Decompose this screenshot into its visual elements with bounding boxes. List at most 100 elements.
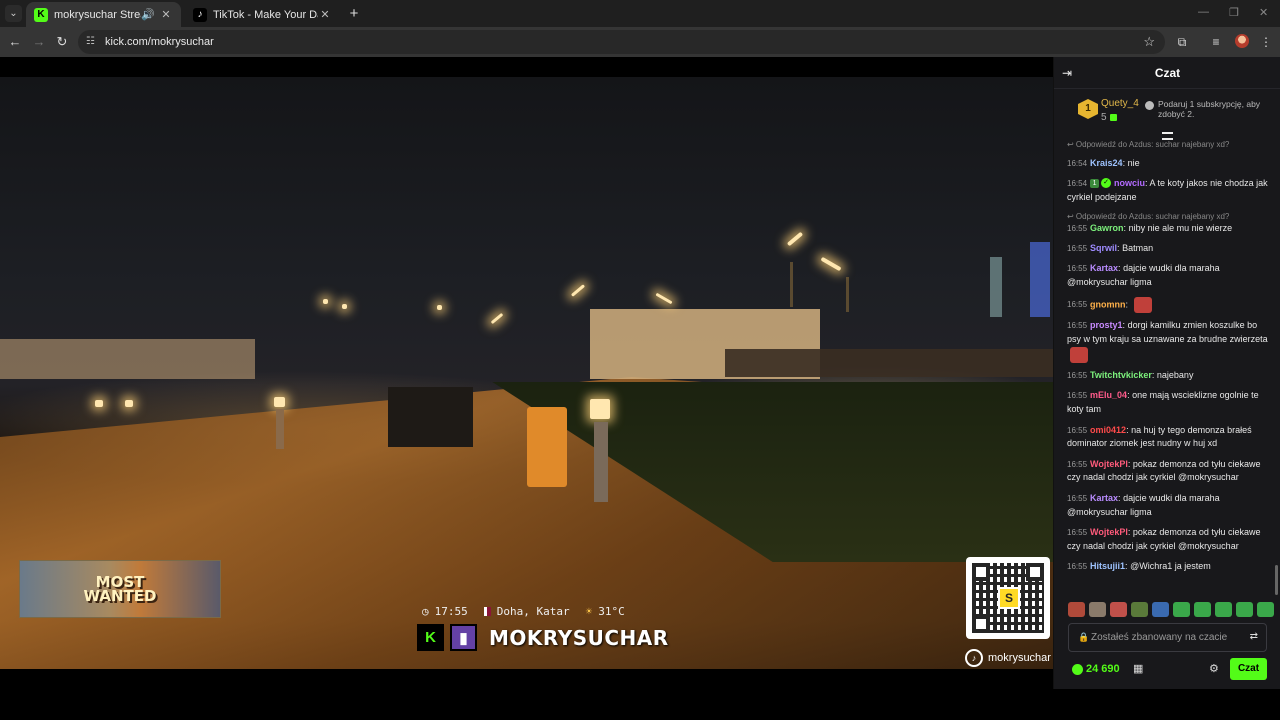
emote-icon[interactable] bbox=[1089, 602, 1106, 617]
translate-icon[interactable]: ⇄ bbox=[1250, 631, 1258, 642]
message-separator: : bbox=[1125, 298, 1131, 309]
reply-reference[interactable]: ↩ Odpowiedź do Azdus: suchar najebany xd… bbox=[1054, 211, 1280, 222]
video-scene-light bbox=[95, 400, 103, 407]
chat-scrollbar[interactable] bbox=[1275, 565, 1278, 595]
qr-code: S bbox=[966, 557, 1050, 639]
video-scene-fence bbox=[725, 349, 1053, 377]
stream-location: Doha, Katar bbox=[496, 605, 570, 618]
emote-icon[interactable] bbox=[1236, 602, 1253, 617]
chat-message: 16:55 omi0412: na huj ty tego demonza bra… bbox=[1054, 424, 1280, 452]
message-username[interactable]: prosty1 bbox=[1090, 320, 1123, 330]
message-username[interactable]: Sqrwil bbox=[1090, 243, 1117, 253]
emote-icon bbox=[1133, 296, 1152, 313]
video-bottom-bar bbox=[0, 669, 1053, 720]
new-tab-button[interactable]: + bbox=[346, 5, 362, 22]
tab-search-icon[interactable]: ⌄ bbox=[5, 5, 22, 22]
channel-points-icon[interactable] bbox=[1072, 664, 1083, 675]
chat-bottom-strip bbox=[1053, 689, 1280, 720]
message-time: 16:55 bbox=[1067, 561, 1088, 571]
video-scene-light bbox=[820, 256, 842, 272]
message-username[interactable]: Gawron bbox=[1090, 223, 1124, 233]
qr-pattern: S bbox=[972, 563, 1044, 633]
message-username[interactable]: WojtekPl bbox=[1090, 459, 1128, 469]
chat-message: 16:54 1 ✓ nowciu: A te koty jakos nie chodz… bbox=[1054, 177, 1280, 205]
tab-title: mokrysuchar Stream - Watc bbox=[54, 8, 141, 21]
qr-center-logo: S bbox=[998, 587, 1020, 609]
qr-finder bbox=[1026, 563, 1044, 581]
qatar-flag-icon bbox=[483, 607, 491, 616]
address-bar[interactable]: ☷ kick.com/mokrysuchar ☆ bbox=[78, 30, 1165, 54]
message-time: 16:54 bbox=[1067, 158, 1088, 168]
message-username[interactable]: Hitsujii1 bbox=[1090, 561, 1125, 571]
maximize-icon[interactable]: ❐ bbox=[1229, 6, 1239, 19]
emote-icon[interactable] bbox=[1194, 602, 1211, 617]
emote-icon[interactable] bbox=[1110, 602, 1127, 617]
video-scene-light bbox=[437, 305, 442, 310]
message-time: 16:55 bbox=[1067, 493, 1088, 503]
leader-count-value: 5 bbox=[1101, 112, 1107, 123]
subscriber-badge-icon: 1 bbox=[1090, 178, 1100, 188]
emote-icon[interactable] bbox=[1215, 602, 1232, 617]
tab-close-icon[interactable]: ✕ bbox=[318, 8, 332, 21]
tab-close-icon[interactable]: ✕ bbox=[159, 8, 173, 21]
menu-icon[interactable]: ⋮ bbox=[1258, 34, 1274, 50]
chat-message: 16:55 mElu_04: one mają wscieklizne ogoln… bbox=[1054, 389, 1280, 417]
extensions-icon[interactable]: ⧉ bbox=[1174, 34, 1190, 50]
message-username[interactable]: mElu_04 bbox=[1090, 390, 1127, 400]
tab-kick-stream[interactable]: K mokrysuchar Stream - Watc 🔊 ✕ bbox=[26, 2, 181, 27]
emote-icon[interactable] bbox=[1068, 602, 1085, 617]
media-controls-icon[interactable]: ≡ bbox=[1208, 34, 1224, 50]
back-icon[interactable]: ← bbox=[6, 33, 24, 51]
reload-icon[interactable]: ↻ bbox=[53, 33, 71, 51]
emote-icon[interactable] bbox=[1152, 602, 1169, 617]
emote-icon[interactable] bbox=[1257, 602, 1274, 617]
stream-temperature: 31°C bbox=[598, 605, 625, 618]
message-time: 16:55 bbox=[1067, 459, 1088, 469]
chat-input[interactable]: 🔒 Zostałeś zbanowany na czacie ⇄ bbox=[1068, 623, 1267, 652]
store-icon[interactable]: ▦ bbox=[1133, 663, 1145, 675]
url-text[interactable]: kick.com/mokrysuchar bbox=[105, 36, 214, 48]
video-scene-light bbox=[323, 299, 328, 304]
message-username[interactable]: Krais24 bbox=[1090, 158, 1123, 168]
message-line: 16:54 Krais24: nie bbox=[1054, 157, 1280, 171]
forward-icon[interactable]: → bbox=[30, 33, 48, 51]
stream-time: 17:55 bbox=[434, 605, 468, 618]
profile-avatar[interactable] bbox=[1235, 34, 1249, 48]
gift-text[interactable]: Podaruj 1 subskrypcję, aby zdobyć 2. bbox=[1158, 99, 1276, 119]
message-line: 16:55 Kartax: dajcie wudki dla maraha @mo… bbox=[1054, 492, 1280, 520]
speaker-icon[interactable]: 🔊 bbox=[141, 8, 155, 21]
most-wanted-overlay: MOST WANTED bbox=[19, 560, 221, 618]
gift-leaderboard[interactable]: 1 Quety_4 5 Podaruj 1 subskrypcję, aby z… bbox=[1054, 89, 1280, 133]
video-scene-light bbox=[655, 292, 673, 305]
tiktok-icon: ♪ bbox=[193, 7, 207, 22]
tab-tiktok[interactable]: ♪ TikTok - Make Your Day ✕ bbox=[185, 2, 340, 27]
emote-icon[interactable] bbox=[1131, 602, 1148, 617]
message-time: 16:55 bbox=[1067, 264, 1088, 274]
emote-icon[interactable] bbox=[1173, 602, 1190, 617]
reply-reference[interactable]: ↩ Odpowiedź do Azdus: suchar najebany xd… bbox=[1054, 139, 1280, 150]
streamer-handle: ♪ mokrysuchar bbox=[965, 649, 1051, 667]
message-username[interactable]: Kartax bbox=[1090, 493, 1118, 503]
leader-count: 5 bbox=[1101, 112, 1117, 123]
message-username[interactable]: gnomnn bbox=[1090, 299, 1126, 309]
chat-title: Czat bbox=[1154, 66, 1181, 80]
channel-points[interactable]: 24 690 bbox=[1086, 663, 1120, 675]
chat-message: 16:55 Twitchtvkicker: najebany bbox=[1054, 369, 1280, 383]
close-window-icon[interactable]: ✕ bbox=[1259, 6, 1268, 19]
send-chat-button[interactable]: Czat bbox=[1230, 658, 1267, 680]
site-info-icon[interactable]: ☷ bbox=[86, 36, 98, 48]
message-username[interactable]: Twitchtvkicker bbox=[1090, 370, 1152, 380]
message-line: 16:54 1 ✓ nowciu: A te koty jakos nie chodz… bbox=[1054, 177, 1280, 205]
message-username[interactable]: WojtekPl bbox=[1090, 527, 1128, 537]
video-player[interactable]: MOST WANTED ◷ 17:55 Doha, Katar ☀ 31°C K ▮ … bbox=[0, 77, 1053, 669]
video-scene-light bbox=[786, 231, 804, 247]
bookmark-star-icon[interactable]: ☆ bbox=[1143, 34, 1155, 50]
message-text: @Wichra1 ja jestem bbox=[1130, 560, 1211, 571]
settings-gear-icon[interactable]: ⚙ bbox=[1209, 663, 1221, 675]
video-scene-building bbox=[0, 339, 255, 379]
message-username[interactable]: Kartax bbox=[1090, 263, 1118, 273]
message-username[interactable]: omi0412 bbox=[1090, 425, 1126, 435]
message-username[interactable]: nowciu bbox=[1114, 178, 1145, 188]
minimize-icon[interactable]: — bbox=[1198, 6, 1209, 18]
video-scene-tower bbox=[990, 257, 1002, 317]
